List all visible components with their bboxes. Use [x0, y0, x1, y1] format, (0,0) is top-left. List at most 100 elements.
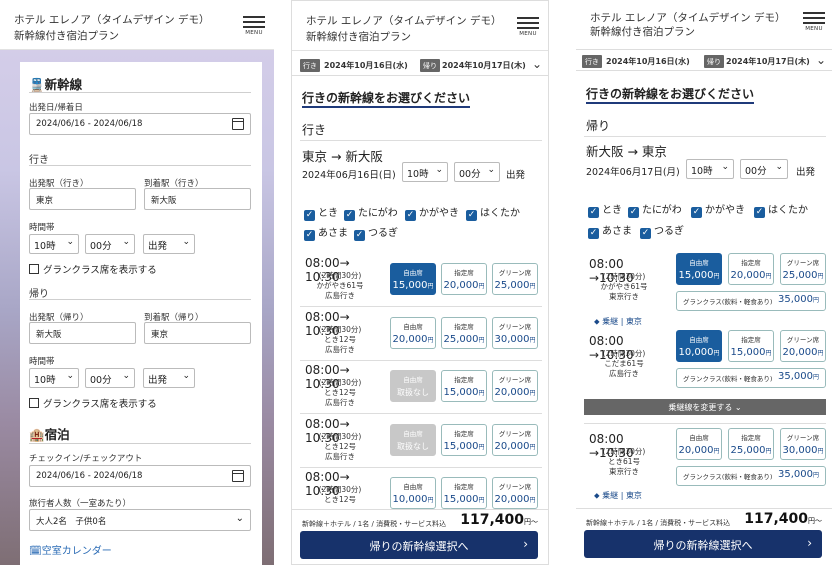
fare-button[interactable]: グリーン席 20,000円 — [492, 370, 538, 402]
fare-button[interactable]: 自由席 15,000円 — [390, 263, 436, 295]
filter-tsurugi[interactable]: ✓ つるぎ — [354, 224, 398, 241]
change-transfer-button[interactable]: 乗継線を変更する ⌄ — [584, 399, 826, 415]
filter-hakutaka[interactable]: ✓ はくたか — [754, 201, 808, 218]
filter-asama[interactable]: ✓ あさま — [588, 222, 632, 239]
fare-button[interactable]: 自由席 10,000円 — [676, 330, 722, 362]
menu-button[interactable]: MENU — [516, 17, 540, 41]
filter-tsurugi[interactable]: ✓ つるぎ — [640, 222, 684, 239]
minute-select[interactable]: 00分 ⌄ — [85, 234, 135, 254]
hamburger-icon — [243, 16, 265, 28]
filter-tanigawa[interactable]: ✓ たにがわ — [344, 204, 398, 221]
divider — [29, 165, 251, 166]
fare-button[interactable]: グリーン席 20,000円 — [780, 330, 826, 362]
fare-price: 30,000円 — [782, 445, 824, 456]
fare-button[interactable]: グリーン席 30,000円 — [780, 428, 826, 460]
out-arr-station-input[interactable]: 新大阪 — [144, 188, 251, 210]
filter-kagayaki[interactable]: ✓ かがやき — [405, 204, 459, 221]
site-header: ホテル エレノア（タイムデザイン デモ） 新幹線付き宿泊プラン MENU — [292, 1, 548, 51]
check-icon: ✓ — [354, 230, 365, 241]
chevron-down-icon[interactable]: ⌄ — [816, 53, 826, 67]
fare-type: 指定席 — [741, 259, 761, 267]
mode-select[interactable]: 出発 ⌄ — [143, 234, 195, 254]
fare-button[interactable]: 指定席 20,000円 — [441, 263, 487, 295]
plan-name: 新幹線付き宿泊プラン — [306, 31, 411, 43]
fare-button[interactable]: 自由席 15,000円 — [676, 253, 722, 285]
chevron-down-icon[interactable]: ⌄ — [532, 57, 542, 71]
check-icon: ✓ — [640, 228, 651, 239]
ret-minute-select[interactable]: 00分 ⌄ — [85, 368, 135, 388]
filter-toki[interactable]: ✓ とき — [588, 201, 622, 218]
fare-button[interactable]: 指定席 25,000円 — [441, 317, 487, 349]
fare-button[interactable]: 自由席 20,000円 — [676, 428, 722, 460]
chevron-down-icon: ⌄ — [435, 165, 443, 175]
travel-date: 2024年06月17日(月) — [586, 167, 680, 178]
fare-button[interactable]: 指定席 15,000円 — [441, 370, 487, 402]
fare-price: 20,000円 — [678, 445, 720, 456]
hour-select[interactable]: 10時 ⌄ — [29, 234, 79, 254]
fare-button[interactable]: グリーン席 25,000円 — [492, 263, 538, 295]
fare-price: 15,000円 — [443, 387, 485, 398]
grand-class-checkbox[interactable]: グランクラス席を表示する — [29, 262, 157, 276]
date-summary-bar[interactable]: 行き 2024年10月16日(水) 帰り 2024年10月17日(木) ⌄ — [576, 49, 832, 71]
fare-price: 20,000円 — [494, 387, 536, 398]
guests-label: 旅行者人数（一室あたり） — [29, 499, 132, 509]
minute-select[interactable]: 00分 ⌄ — [454, 162, 500, 182]
fare-button[interactable]: 自由席 20,000円 — [390, 317, 436, 349]
filter-kagayaki[interactable]: ✓ かがやき — [691, 201, 745, 218]
chevron-down-icon: ⌄ — [122, 371, 130, 381]
fare-button[interactable]: 指定席 15,000円 — [441, 424, 487, 456]
vacancy-calendar-link[interactable]: 🗓空室カレンダー — [29, 542, 112, 557]
site-header: ホテル エレノア（タイムデザイン デモ） 新幹線付き宿泊プラン MENU — [0, 0, 274, 50]
fare-button[interactable]: 指定席 25,000円 — [728, 428, 774, 460]
fare-price: 取扱なし — [397, 388, 429, 397]
chevron-down-icon: ⌄ — [182, 371, 190, 381]
check-icon: ✓ — [588, 228, 599, 239]
chevron-down-icon: ⌄ — [734, 403, 742, 412]
out-dep-station-input[interactable]: 東京 — [29, 188, 136, 210]
hour-select[interactable]: 10時 ⌄ — [402, 162, 448, 182]
divider — [29, 299, 251, 300]
divider — [300, 360, 542, 361]
fare-button[interactable]: グリーン席 20,000円 — [492, 424, 538, 456]
train-destination: 広島行き — [325, 398, 355, 407]
ret-arr-station-input[interactable]: 東京 — [144, 322, 251, 344]
fare-button[interactable]: 自由席 10,000円 — [390, 477, 436, 509]
filter-tanigawa[interactable]: ✓ たにがわ — [628, 201, 682, 218]
minute-select[interactable]: 00分 ⌄ — [740, 159, 788, 179]
hotel-icon: 🏨 — [29, 427, 45, 442]
fare-button[interactable]: グリーン席 30,000円 — [492, 317, 538, 349]
filter-hakutaka[interactable]: ✓ はくたか — [466, 204, 520, 221]
next-button[interactable]: 帰りの新幹線選択へ › — [584, 530, 822, 558]
checkbox-icon — [29, 398, 39, 408]
ret-grand-class-checkbox[interactable]: グランクラス席を表示する — [29, 396, 157, 410]
menu-button[interactable]: MENU — [802, 12, 826, 36]
fare-button[interactable]: 指定席 15,000円 — [441, 477, 487, 509]
filter-asama[interactable]: ✓ あさま — [304, 224, 348, 241]
fare-button[interactable]: 指定席 20,000円 — [728, 253, 774, 285]
filter-toki[interactable]: ✓ とき — [304, 204, 338, 221]
plan-name: 新幹線付き宿泊プラン — [14, 30, 119, 42]
time-label: 時間帯 — [29, 223, 55, 233]
dates-input[interactable]: 2024/06/16 - 2024/06/18 — [29, 113, 251, 135]
fare-button[interactable]: グリーン席 20,000円 — [492, 477, 538, 509]
menu-button[interactable]: MENU — [242, 16, 266, 40]
return-tag: 帰り — [704, 55, 724, 68]
outbound-panel: ホテル エレノア（タイムデザイン デモ） 新幹線付き宿泊プラン MENU 行き … — [291, 0, 549, 565]
grand-class-button[interactable]: グランクラス(飲料・軽食あり) 35,000円 — [676, 466, 826, 486]
outbound-title: 行き — [29, 155, 49, 166]
grand-class-button[interactable]: グランクラス(飲料・軽食あり) 35,000円 — [676, 368, 826, 388]
hour-select[interactable]: 10時 ⌄ — [686, 159, 734, 179]
grand-class-button[interactable]: グランクラス(飲料・軽食あり) 35,000円 — [676, 291, 826, 311]
ret-hour-select[interactable]: 10時 ⌄ — [29, 368, 79, 388]
fare-button[interactable]: 指定席 15,000円 — [728, 330, 774, 362]
fare-price: 15,000円 — [443, 441, 485, 452]
fare-button[interactable]: グリーン席 25,000円 — [780, 253, 826, 285]
date-summary-bar[interactable]: 行き 2024年10月16日(水) 帰り 2024年10月17日(木) ⌄ — [292, 54, 548, 76]
hotel-name: ホテル エレノア（タイムデザイン デモ） — [306, 15, 502, 27]
checkin-input[interactable]: 2024/06/16 - 2024/06/18 — [29, 465, 251, 487]
ret-dep-station-input[interactable]: 新大阪 — [29, 322, 136, 344]
dates-label: 出発日/帰着日 — [29, 103, 83, 113]
guests-select[interactable]: 大人2名 子供0名 ⌄ — [29, 509, 251, 531]
ret-mode-select[interactable]: 出発 ⌄ — [143, 368, 195, 388]
next-button[interactable]: 帰りの新幹線選択へ › — [300, 531, 538, 559]
